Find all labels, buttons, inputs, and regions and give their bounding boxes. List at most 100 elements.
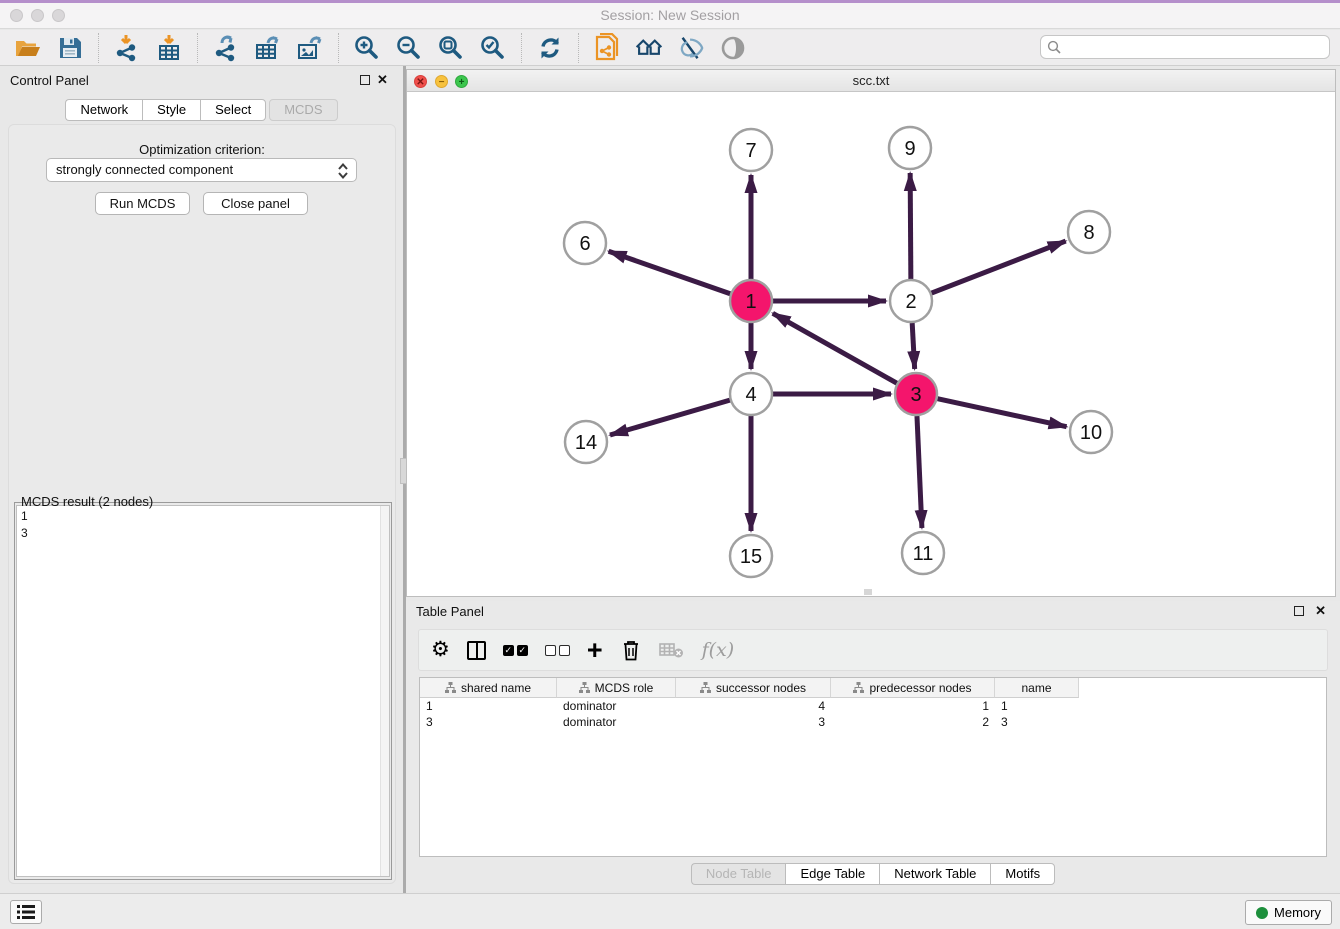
close-panel-button[interactable]: Close panel <box>203 192 308 215</box>
table-row[interactable]: 3dominator323 <box>420 714 1079 730</box>
edge-3-1[interactable] <box>773 313 897 383</box>
mcds-result-textarea[interactable]: 1 3 <box>16 505 390 877</box>
edge-1-6[interactable] <box>609 251 731 293</box>
table-row[interactable]: 1dominator411 <box>420 698 1079 714</box>
save-session-icon[interactable] <box>56 34 84 62</box>
edge-3-10[interactable] <box>937 399 1066 427</box>
column-layout-icon[interactable] <box>467 636 486 664</box>
import-network-icon[interactable] <box>113 34 141 62</box>
column-type-icon <box>853 682 864 693</box>
criterion-select[interactable]: strongly connected component <box>46 158 357 182</box>
edge-4-14[interactable] <box>610 400 730 435</box>
tab-network[interactable]: Network <box>65 99 142 121</box>
column-header-name[interactable]: name <box>995 678 1079 698</box>
graph-node-15[interactable]: 15 <box>730 535 772 577</box>
control-panel: Control Panel ✕ Network Style Select MCD… <box>0 66 403 893</box>
table-cell[interactable]: 3 <box>995 714 1079 730</box>
zoom-out-icon[interactable] <box>395 34 423 62</box>
node-label: 9 <box>904 138 915 160</box>
search-input[interactable] <box>1065 40 1329 54</box>
table-cell[interactable]: 4 <box>676 698 831 714</box>
table-tabs: Node Table Edge Table Network Table Moti… <box>406 863 1340 885</box>
graph-node-11[interactable]: 11 <box>902 532 944 574</box>
add-column-icon[interactable]: + <box>587 636 603 664</box>
edge-2-9[interactable] <box>910 173 911 279</box>
column-header-MCDS-role[interactable]: MCDS role <box>557 678 676 698</box>
run-mcds-button[interactable]: Run MCDS <box>95 192 190 215</box>
open-session-icon[interactable] <box>14 34 42 62</box>
tab-network-table[interactable]: Network Table <box>879 863 990 885</box>
tab-style[interactable]: Style <box>142 99 200 121</box>
graph-node-10[interactable]: 10 <box>1070 411 1112 453</box>
table-header-row: shared nameMCDS rolesuccessor nodesprede… <box>420 678 1079 698</box>
criterion-value: strongly connected component <box>56 162 233 177</box>
zoom-fit-icon[interactable] <box>437 34 465 62</box>
delete-table-icon[interactable] <box>659 636 685 664</box>
mcds-result-group: MCDS result (2 nodes) 1 3 <box>14 496 392 880</box>
graph-node-6[interactable]: 6 <box>564 222 606 264</box>
deselect-all-icon[interactable] <box>545 636 570 664</box>
graph-node-9[interactable]: 9 <box>889 127 931 169</box>
table-cell[interactable]: 3 <box>676 714 831 730</box>
home-icon[interactable] <box>635 34 663 62</box>
zoom-in-icon[interactable] <box>353 34 381 62</box>
node-table[interactable]: shared nameMCDS rolesuccessor nodesprede… <box>419 677 1327 857</box>
close-panel-icon[interactable]: ✕ <box>377 72 388 88</box>
table-cell[interactable]: 1 <box>831 698 995 714</box>
graph-node-8[interactable]: 8 <box>1068 211 1110 253</box>
node-label: 8 <box>1083 222 1094 244</box>
network-resize-grip[interactable] <box>864 589 872 595</box>
network-canvas[interactable]: 1 2 3 4 6 7 8 9 10 11 14 15 <box>407 92 1335 596</box>
export-network-icon[interactable] <box>212 34 240 62</box>
column-header-successor-nodes[interactable]: successor nodes <box>676 678 831 698</box>
table-cell[interactable]: dominator <box>557 698 676 714</box>
edge-2-8[interactable] <box>932 241 1066 293</box>
table-cell[interactable]: 2 <box>831 714 995 730</box>
export-image-icon[interactable] <box>296 34 324 62</box>
select-all-icon[interactable]: ✓✓ <box>503 636 528 664</box>
network-file-icon[interactable] <box>593 34 621 62</box>
function-builder-icon[interactable]: f(x) <box>702 636 735 664</box>
column-header-predecessor-nodes[interactable]: predecessor nodes <box>831 678 995 698</box>
table-settings-icon[interactable]: ⚙ <box>431 636 450 664</box>
table-panel: Table Panel ✕ ⚙ ✓✓ + f(x) shared nameMCD… <box>406 601 1340 891</box>
result-scrollbar[interactable] <box>380 506 389 876</box>
import-table-icon[interactable] <box>155 34 183 62</box>
edge-2-3[interactable] <box>912 323 914 369</box>
search-field[interactable] <box>1040 35 1330 59</box>
column-header-label: name <box>1021 681 1051 695</box>
tab-mcds[interactable]: MCDS <box>269 99 337 121</box>
graph-node-7[interactable]: 7 <box>730 129 772 171</box>
graph-node-1[interactable]: 1 <box>730 280 772 322</box>
graph-node-4[interactable]: 4 <box>730 373 772 415</box>
zoom-selected-icon[interactable] <box>479 34 507 62</box>
tab-select[interactable]: Select <box>200 99 266 121</box>
tab-node-table[interactable]: Node Table <box>691 863 786 885</box>
tab-edge-table[interactable]: Edge Table <box>785 863 879 885</box>
export-table-icon[interactable] <box>254 34 282 62</box>
combo-stepper-icon <box>335 162 351 180</box>
table-cell[interactable]: 3 <box>420 714 557 730</box>
table-cell[interactable]: 1 <box>420 698 557 714</box>
graph-node-3[interactable]: 3 <box>895 373 937 415</box>
graph-node-14[interactable]: 14 <box>565 421 607 463</box>
edge-3-11[interactable] <box>917 416 922 528</box>
memory-button[interactable]: Memory <box>1245 900 1332 925</box>
apply-layout-icon[interactable] <box>536 34 564 62</box>
show-graphics-icon[interactable] <box>719 34 747 62</box>
node-label: 10 <box>1080 422 1102 444</box>
network-window-titlebar: ✕ − + scc.txt <box>407 70 1335 92</box>
tab-motifs[interactable]: Motifs <box>990 863 1055 885</box>
table-cell[interactable]: dominator <box>557 714 676 730</box>
close-table-panel-icon[interactable]: ✕ <box>1315 603 1326 619</box>
float-table-panel-icon[interactable] <box>1294 606 1304 616</box>
delete-column-icon[interactable] <box>620 636 642 664</box>
table-cell[interactable]: 1 <box>995 698 1079 714</box>
column-header-shared-name[interactable]: shared name <box>420 678 557 698</box>
task-history-button[interactable] <box>10 900 42 924</box>
mcds-panel: Optimization criterion: strongly connect… <box>8 124 396 884</box>
float-panel-icon[interactable] <box>360 75 370 85</box>
hide-graphics-icon[interactable] <box>677 34 705 62</box>
table-toolbar: ⚙ ✓✓ + f(x) <box>418 629 1328 671</box>
graph-node-2[interactable]: 2 <box>890 280 932 322</box>
